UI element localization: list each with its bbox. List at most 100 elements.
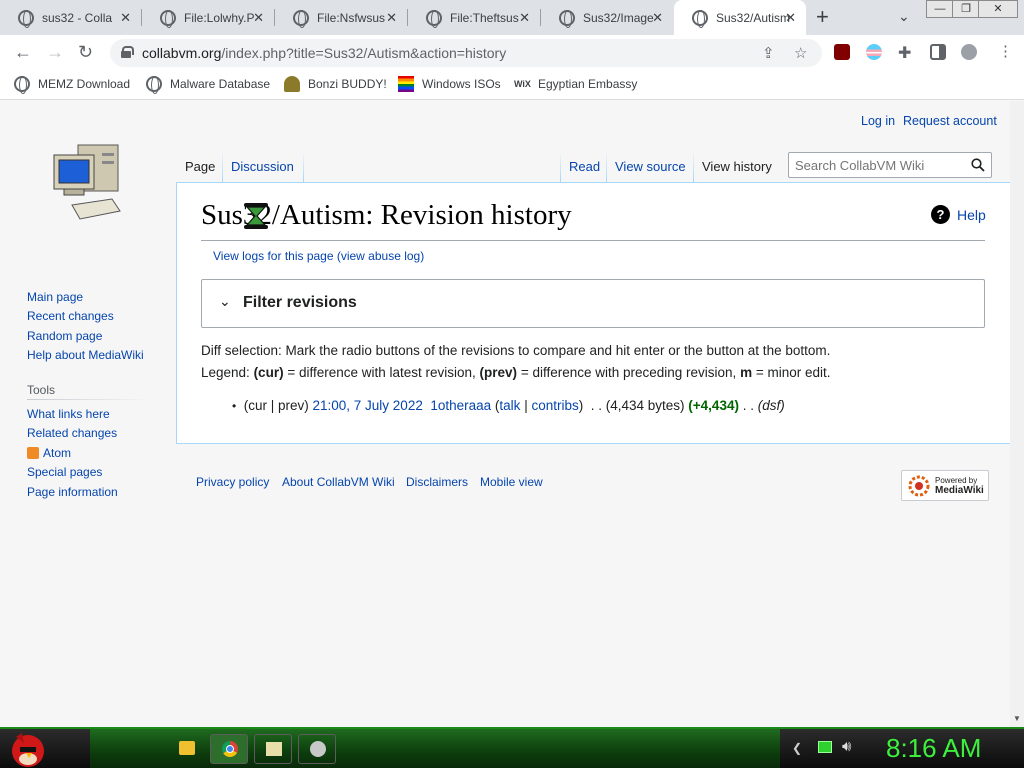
- globe-icon: [14, 76, 30, 94]
- tab-read[interactable]: Read: [569, 159, 600, 174]
- legend-minor-desc: = minor edit.: [752, 365, 831, 380]
- bookmark-item[interactable]: WiX Egyptian Embassy: [514, 76, 637, 92]
- share-icon[interactable]: ⇪: [762, 44, 775, 62]
- globe-icon: [18, 9, 34, 28]
- close-icon[interactable]: ✕: [120, 10, 131, 26]
- taskbar-app-button[interactable]: [298, 734, 336, 764]
- show-hidden-icons-icon[interactable]: ❮: [792, 741, 802, 755]
- sidebar-item-main-page[interactable]: Main page: [27, 290, 83, 304]
- bookmark-item[interactable]: Bonzi BUDDY!: [284, 76, 387, 92]
- page-scrollbar[interactable]: ▼: [1010, 101, 1024, 727]
- taskbar-files-button[interactable]: [254, 734, 292, 764]
- browser-tab[interactable]: sus32 - Colla ✕: [0, 0, 141, 35]
- tab-page[interactable]: Page: [185, 159, 215, 174]
- browser-tab[interactable]: File:Lolwhy.P ✕: [142, 0, 274, 35]
- sidebar-item-help[interactable]: Help about MediaWiki: [27, 348, 144, 362]
- tab-title: Sus32/Image: [583, 10, 654, 25]
- tab-view-source[interactable]: View source: [615, 159, 686, 174]
- search-icon[interactable]: [971, 158, 985, 172]
- sidebar-item-recent-changes[interactable]: Recent changes: [27, 309, 114, 323]
- chevron-down-icon[interactable]: ⌄: [898, 8, 910, 25]
- filter-revisions-panel[interactable]: ⌄ Filter revisions: [201, 279, 985, 328]
- sidebar-item-related-changes[interactable]: Related changes: [27, 426, 117, 440]
- request-account-link[interactable]: Request account: [903, 114, 997, 128]
- footer-about-link[interactable]: About CollabVM Wiki: [282, 475, 395, 489]
- powered-by-mediawiki-badge[interactable]: Powered by MediaWiki: [901, 470, 989, 501]
- sidepanel-icon[interactable]: [930, 44, 946, 60]
- tab-divider: [303, 151, 304, 182]
- forward-icon[interactable]: →: [46, 42, 64, 63]
- diff-instructions: Diff selection: Mark the radio buttons o…: [201, 343, 831, 358]
- revision-date-link[interactable]: 21:00, 7 July 2022: [313, 398, 423, 413]
- new-tab-button[interactable]: +: [816, 4, 829, 30]
- browser-tab[interactable]: File:Nsfwsus ✕: [275, 0, 407, 35]
- url-text[interactable]: collabvm.org/index.php?title=Sus32/Autis…: [142, 45, 506, 61]
- ublock-icon[interactable]: [834, 44, 850, 60]
- view-logs-link[interactable]: View logs for this page (view abuse log): [213, 249, 424, 263]
- documents-icon: [266, 742, 282, 756]
- legend-cur: (cur): [253, 365, 284, 380]
- tab-title: File:Lolwhy.P: [184, 10, 255, 25]
- close-window-button[interactable]: ✕: [978, 0, 1018, 18]
- close-icon[interactable]: ✕: [386, 10, 397, 26]
- tab-discussion[interactable]: Discussion: [231, 159, 294, 174]
- taskbar-chrome-button[interactable]: [210, 734, 248, 764]
- talk-link[interactable]: talk: [499, 398, 520, 413]
- legend-prev-desc: = difference with preceding revision,: [517, 365, 741, 380]
- app-icon: [310, 741, 326, 757]
- wiki-page: Log in Request account Page Discussion R…: [0, 101, 1010, 727]
- close-icon[interactable]: ✕: [519, 10, 530, 26]
- extension-icon[interactable]: [866, 44, 882, 60]
- bonzi-icon: [284, 76, 300, 92]
- footer-disclaimers-link[interactable]: Disclaimers: [406, 475, 468, 489]
- globe-icon: [559, 9, 575, 28]
- help-label: Help: [957, 206, 986, 223]
- sidebar-item-what-links-here[interactable]: What links here: [27, 407, 110, 421]
- sidebar-item-random-page[interactable]: Random page: [27, 329, 102, 343]
- reload-icon[interactable]: ↻: [78, 42, 93, 63]
- close-icon[interactable]: ✕: [253, 10, 264, 26]
- back-icon[interactable]: ←: [14, 42, 32, 63]
- sidebar-item-special-pages[interactable]: Special pages: [27, 465, 102, 479]
- sidebar-item-atom[interactable]: Atom: [43, 446, 71, 460]
- close-icon[interactable]: ✕: [785, 10, 796, 26]
- computer-logo-icon: [53, 144, 121, 220]
- start-button-icon[interactable]: [6, 729, 48, 768]
- profile-icon[interactable]: [961, 44, 977, 60]
- cur-prev-text: (cur | prev): [243, 398, 309, 413]
- bookmark-item[interactable]: Windows ISOs: [398, 76, 501, 92]
- rss-feed-icon: [27, 447, 39, 459]
- bookmark-item[interactable]: MEMZ Download: [14, 76, 130, 94]
- search-input[interactable]: [795, 158, 965, 173]
- close-icon[interactable]: ✕: [652, 10, 663, 26]
- address-bar[interactable]: collabvm.org/index.php?title=Sus32/Autis…: [110, 39, 822, 67]
- bookmark-label: Windows ISOs: [422, 77, 501, 91]
- puzzle-icon[interactable]: ✚: [898, 43, 911, 63]
- taskbar-clock[interactable]: 8:16 AM: [886, 733, 981, 764]
- login-link[interactable]: Log in: [861, 114, 895, 128]
- network-icon[interactable]: [818, 741, 832, 753]
- help-link[interactable]: ? Help: [931, 205, 986, 224]
- tab-view-history[interactable]: View history: [702, 159, 772, 174]
- kebab-menu-icon[interactable]: ⋮: [998, 42, 1013, 60]
- volume-icon[interactable]: 🔊︎: [842, 738, 851, 755]
- sidebar-item-page-information[interactable]: Page information: [27, 485, 118, 499]
- bookmark-item[interactable]: Malware Database: [146, 76, 270, 94]
- user-link[interactable]: 1otheraaa: [430, 398, 491, 413]
- browser-tab[interactable]: Sus32/Image ✕: [541, 0, 673, 35]
- contribs-link[interactable]: contribs: [531, 398, 578, 413]
- footer-mobile-link[interactable]: Mobile view: [480, 475, 543, 489]
- legend-prefix: Legend:: [201, 365, 254, 380]
- restore-button[interactable]: ❐: [952, 0, 980, 18]
- bookmark-star-icon[interactable]: ☆: [794, 44, 807, 62]
- scroll-down-arrow-icon[interactable]: ▼: [1013, 714, 1021, 723]
- legend-cur-desc: = difference with latest revision,: [283, 365, 480, 380]
- browser-tab[interactable]: File:Theftsus ✕: [408, 0, 540, 35]
- revision-row: • (cur | prev) 21:00, 7 July 2022 1other…: [232, 398, 785, 413]
- tab-strip: sus32 - Colla ✕ File:Lolwhy.P ✕ File:Nsf…: [0, 0, 1024, 35]
- browser-tab-active[interactable]: Sus32/Autism ✕: [674, 0, 806, 35]
- revision-size: (4,434 bytes): [605, 398, 685, 413]
- footer-privacy-link[interactable]: Privacy policy: [196, 475, 269, 489]
- minimize-button[interactable]: —: [926, 0, 954, 18]
- taskbar-explorer-button[interactable]: [168, 734, 206, 764]
